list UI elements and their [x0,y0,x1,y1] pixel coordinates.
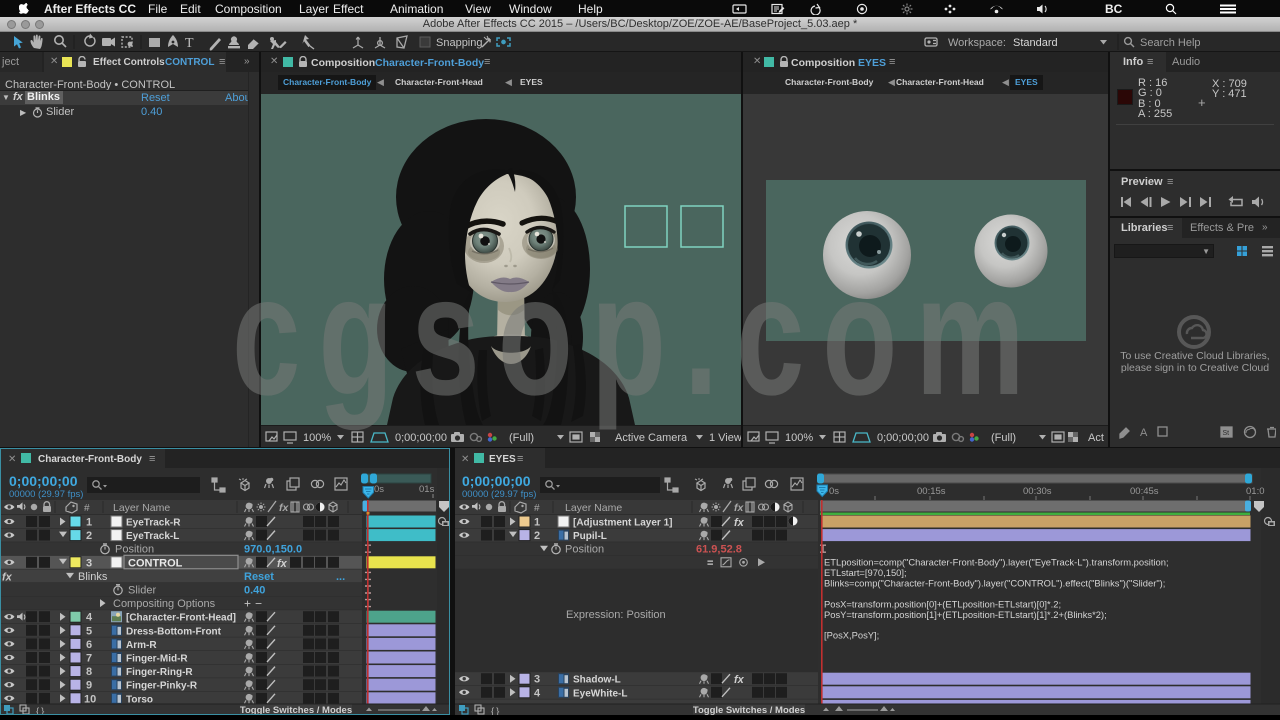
svg-text:−: − [255,597,262,611]
svg-text:Finger-Mid-R: Finger-Mid-R [126,654,188,665]
svg-text:{ }: { } [36,706,44,715]
svg-text:0;00;00;00: 0;00;00;00 [395,432,447,444]
svg-text:+: + [244,597,251,611]
svg-text:fx: fx [734,674,745,686]
svg-text:Pupil-L: Pupil-L [573,531,607,542]
svg-text:00:30s: 00:30s [1023,486,1052,497]
svg-text:6: 6 [86,639,92,651]
svg-text:5: 5 [86,625,92,637]
svg-text:✕: ✕ [461,454,469,465]
svg-text:9: 9 [86,680,92,692]
svg-text:Active Camera: Active Camera [615,432,688,444]
svg-text:✕: ✕ [8,454,16,465]
svg-text:=: = [707,557,713,569]
svg-text:Dress-Bottom-Front: Dress-Bottom-Front [126,626,222,637]
svg-text:EyeTrack-R: EyeTrack-R [126,518,181,529]
svg-text:[Character-Front-Head]: [Character-Front-Head] [126,613,236,624]
svg-text:8: 8 [86,666,92,678]
svg-text:PosX=transform.position[0]+(ET: PosX=transform.position[0]+(ETLposition-… [824,599,1061,610]
svg-text:00000 (29.97 fps): 00000 (29.97 fps) [462,489,536,500]
svg-text:St: St [1223,430,1230,437]
svg-text:#: # [534,503,540,514]
svg-text:fx: fx [734,517,745,529]
svg-text:fx: fx [279,502,289,514]
svg-text:0;00;00;00: 0;00;00;00 [877,432,929,444]
svg-text:Finger-Pinky-R: Finger-Pinky-R [126,681,198,692]
svg-text:01s: 01s [419,484,435,495]
svg-text:...: ... [336,571,345,583]
svg-text:Toggle Switches / Modes: Toggle Switches / Modes [693,705,805,715]
svg-text:T: T [185,36,194,51]
svg-text:Position: Position [565,544,604,556]
svg-text:Expression: Position: Expression: Position [566,609,666,621]
svg-text:3: 3 [534,674,540,686]
svg-text:Position: Position [115,544,154,556]
svg-text:00:45s: 00:45s [1130,486,1159,497]
svg-text:Blinks=comp("Character-Front-B: Blinks=comp("Character-Front-Body").laye… [824,578,1165,589]
svg-text:[Adjustment Layer 1]: [Adjustment Layer 1] [573,518,672,529]
svg-text:100%: 100% [303,432,331,444]
svg-text:0;00;00;00: 0;00;00;00 [462,473,531,489]
svg-text:00:15s: 00:15s [917,486,946,497]
svg-text:≡: ≡ [149,453,155,465]
svg-text:ETLposition=comp("Character-Fr: ETLposition=comp("Character-Front-Body")… [824,557,1169,568]
svg-text:EyeWhite-L: EyeWhite-L [573,688,627,699]
svg-text:ETLstart=[970,150];: ETLstart=[970,150]; [824,567,907,578]
svg-text:(Full): (Full) [509,432,534,444]
svg-text:Arm-R: Arm-R [126,640,157,651]
svg-text:100%: 100% [785,432,813,444]
svg-text:0.40: 0.40 [244,585,265,597]
svg-text:0s: 0s [374,484,384,495]
svg-text:Layer Name: Layer Name [565,502,622,514]
svg-text:4: 4 [534,687,541,699]
svg-text:4: 4 [86,612,93,624]
svg-text:PosY=transform.position[1]+(ET: PosY=transform.position[1]+(ETLposition-… [824,609,1107,620]
svg-text:Workspace:: Workspace: [948,37,1006,49]
svg-text:Act: Act [1088,432,1104,444]
svg-text:fx: fx [277,558,288,570]
svg-text:Standard: Standard [1013,37,1058,49]
svg-text:(Full): (Full) [991,432,1016,444]
svg-text:1: 1 [86,517,92,529]
svg-text:Search Help: Search Help [1140,37,1201,49]
svg-text:EyeTrack-L: EyeTrack-L [126,531,179,542]
svg-text:[PosX,PosY];: [PosX,PosY]; [824,630,879,641]
svg-text:Reset: Reset [244,571,274,583]
svg-text:EYES: EYES [489,454,516,465]
svg-text:1 View: 1 View [709,432,741,444]
svg-text:Finger-Ring-R: Finger-Ring-R [126,667,193,678]
svg-text:Character-Front-Body: Character-Front-Body [38,454,142,465]
svg-text:61.9,52.8: 61.9,52.8 [696,544,742,556]
svg-text:Layer Name: Layer Name [113,502,170,514]
svg-text:Snapping: Snapping [436,37,483,49]
svg-text:3: 3 [86,557,92,569]
svg-text:≡: ≡ [517,453,523,465]
svg-text:fx: fx [2,571,13,583]
svg-text:970.0,150.0: 970.0,150.0 [244,544,302,556]
svg-text:CONTROL: CONTROL [128,557,183,569]
svg-text:Shadow-L: Shadow-L [573,675,621,686]
svg-text:Toggle Switches / Modes: Toggle Switches / Modes [240,705,352,715]
svg-text:7: 7 [86,653,92,665]
svg-text:0;00;00;00: 0;00;00;00 [9,473,78,489]
svg-text:Compositing Options: Compositing Options [113,598,216,610]
svg-text:2: 2 [86,530,92,542]
svg-text:{ }: { } [491,706,499,715]
svg-text:1: 1 [534,517,540,529]
svg-text:A: A [1140,427,1148,439]
svg-text:01:0: 01:0 [1246,486,1265,497]
svg-text:Slider: Slider [128,585,156,597]
svg-text:2: 2 [534,530,540,542]
svg-text:Blinks: Blinks [78,571,108,583]
svg-text:00000 (29.97 fps): 00000 (29.97 fps) [9,489,83,500]
svg-text:fx: fx [734,502,744,514]
svg-text:#: # [84,503,90,514]
svg-text:0s: 0s [829,486,839,497]
